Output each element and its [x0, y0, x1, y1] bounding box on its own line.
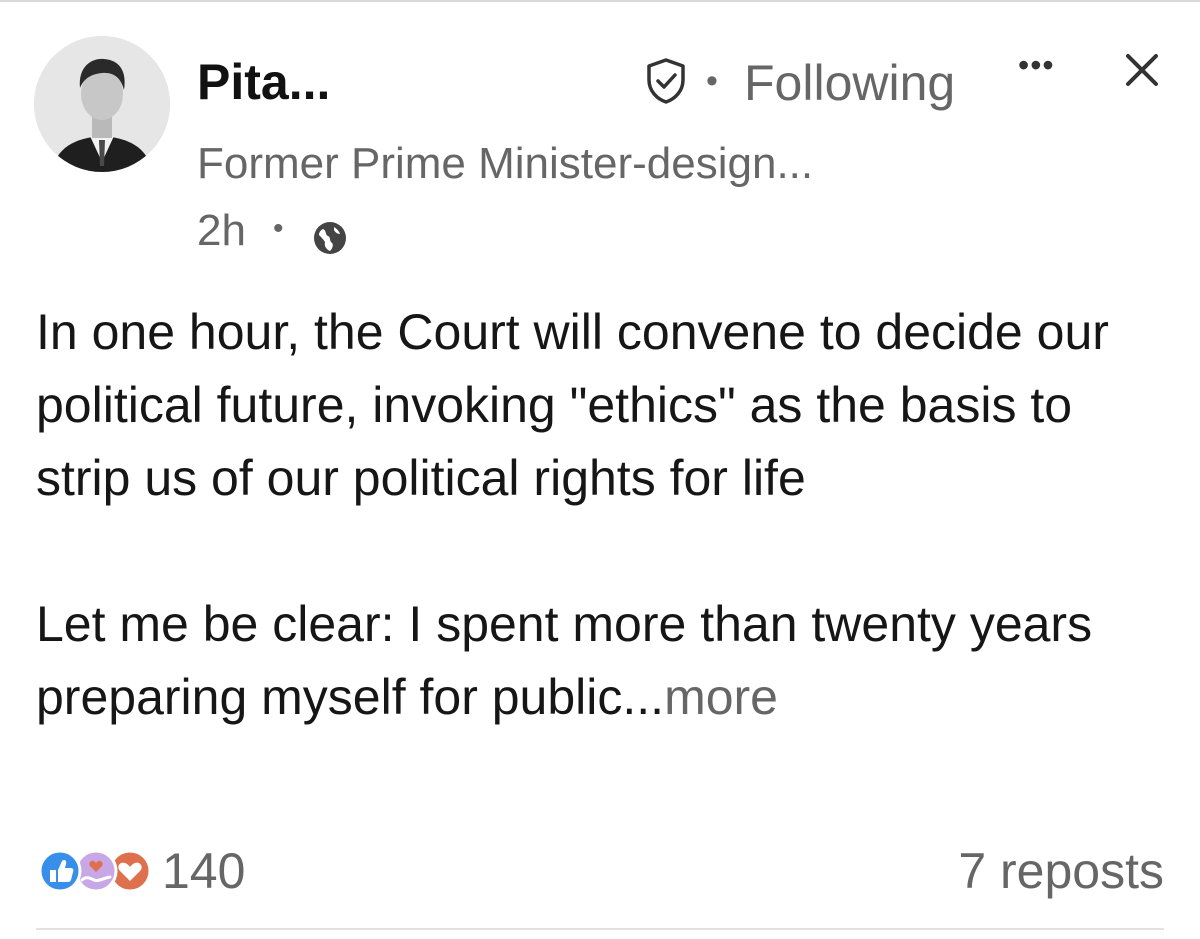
post-paragraph: In one hour, the Court will convene to d… — [36, 304, 1109, 506]
top-divider — [0, 0, 1200, 2]
separator-dot: • — [706, 62, 718, 100]
reaction-count[interactable]: 140 — [162, 840, 245, 902]
post-paragraph-text: Let me be clear: I spent more than twent… — [36, 596, 1093, 725]
bottom-divider — [36, 928, 1164, 930]
support-icon — [74, 849, 118, 893]
close-icon[interactable] — [1122, 50, 1162, 90]
reposts-count[interactable]: 7 reposts — [958, 840, 1164, 902]
post-body: In one hour, the Court will convene to d… — [36, 296, 1176, 734]
post-time: 2h — [197, 206, 246, 255]
author-headline: Former Prime Minister-design... — [197, 139, 814, 188]
reaction-icons[interactable] — [36, 848, 156, 894]
author-name[interactable]: Pita... — [197, 52, 330, 112]
post-paragraph: Let me be clear: I spent more than twent… — [36, 588, 1176, 734]
verified-shield-icon — [647, 58, 685, 104]
following-button[interactable]: Following — [744, 52, 955, 114]
like-icon — [38, 849, 82, 893]
avatar-photo — [34, 36, 170, 172]
more-options-icon[interactable]: ••• — [1018, 49, 1055, 81]
avatar[interactable] — [34, 36, 170, 172]
see-more-link[interactable]: more — [664, 669, 778, 725]
separator-dot: • — [273, 212, 284, 245]
globe-icon — [314, 222, 346, 254]
